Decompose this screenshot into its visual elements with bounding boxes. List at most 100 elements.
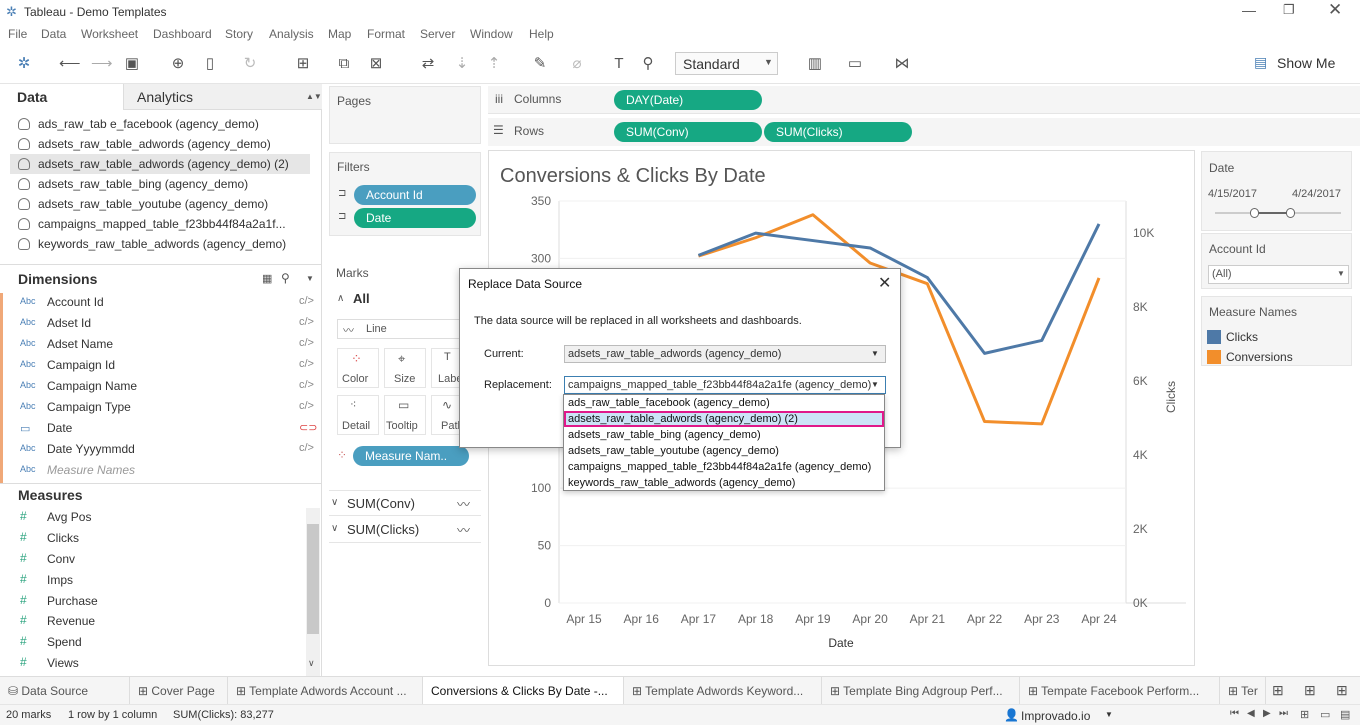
path-button[interactable]: ∿ Path [431, 395, 461, 435]
dimension-field[interactable]: Abc Account Id c/> [0, 293, 322, 313]
chevron-down-icon[interactable]: ∨ [308, 658, 315, 669]
minimize-icon[interactable]: — [1242, 2, 1256, 18]
dimension-field[interactable]: ▭ Date ⊂⊃ [0, 419, 322, 439]
duplicate-sheet-icon[interactable]: ⧉ [334, 54, 354, 74]
chevron-down-icon[interactable]: ▼ [1105, 710, 1113, 719]
menu-analysis[interactable]: Analysis [269, 27, 314, 41]
legend-label-conversions[interactable]: Conversions [1226, 350, 1293, 364]
datasource-item[interactable]: adsets_raw_table_bing (agency_demo) [18, 177, 248, 191]
new-worksheet-icon[interactable]: ⊞ [293, 54, 313, 74]
dimension-field[interactable]: Abc Campaign Type c/> [0, 398, 322, 418]
labels-icon[interactable]: T [609, 54, 629, 74]
marks-sum-clicks[interactable]: ∨ SUM(Clicks) 〰 [329, 517, 481, 543]
dimension-field[interactable]: Abc Measure Names [0, 461, 322, 481]
menu-worksheet[interactable]: Worksheet [81, 27, 138, 41]
filter-pill-date[interactable]: Date [354, 208, 476, 228]
current-datasource-select[interactable]: adsets_raw_table_adwords (agency_demo) ▼ [564, 345, 886, 363]
show-sheet-sorter-icon[interactable]: ⊞ [1300, 708, 1309, 721]
date-slider-handle-start[interactable] [1250, 208, 1259, 218]
tab-template-adwords-keyword[interactable]: ⊞ Template Adwords Keyword... [624, 677, 822, 705]
columns-shelf[interactable]: iii Columns DAY(Date) [488, 86, 1360, 114]
marks-all-label[interactable]: All [353, 291, 370, 306]
menu-dashboard[interactable]: Dashboard [153, 27, 212, 41]
measure-field[interactable]: # Clicks [0, 529, 322, 549]
menu-file[interactable]: File [8, 27, 27, 41]
measure-field[interactable]: # Revenue [0, 612, 322, 632]
tab-template-bing-adgroup[interactable]: ⊞ Template Bing Adgroup Perf... [822, 677, 1020, 705]
share-icon[interactable]: ⋈ [892, 54, 912, 74]
undo-icon[interactable]: ⟵ [59, 54, 81, 74]
show-tabs-icon[interactable]: ▭ [1320, 708, 1330, 721]
scrollbar[interactable]: ∨ [306, 508, 320, 676]
row-pill-sum-clicks[interactable]: SUM(Clicks) [764, 122, 912, 142]
new-dashboard-icon[interactable]: ⊞ [1304, 682, 1316, 699]
dimension-field[interactable]: Abc Date Yyyymmdd c/> [0, 440, 322, 460]
highlight-icon[interactable]: ✎ [530, 54, 550, 74]
menu-window[interactable]: Window [470, 27, 513, 41]
dimension-field[interactable]: Abc Adset Name c/> [0, 335, 322, 355]
datasource-item[interactable]: adsets_raw_table_youtube (agency_demo) [18, 197, 268, 211]
last-sheet-icon[interactable]: ⏭ [1279, 708, 1288, 719]
menu-help[interactable]: Help [529, 27, 554, 41]
account-filter-select[interactable]: (All) ▼ [1208, 265, 1349, 284]
datasource-item[interactable]: keywords_raw_table_adwords (agency_demo) [18, 237, 286, 251]
tab-data-source[interactable]: ⛁ Data Source [0, 677, 130, 705]
scrollbar-thumb[interactable] [307, 524, 319, 634]
tooltip-button[interactable]: ▭ Tooltip [384, 395, 426, 435]
legend-label-clicks[interactable]: Clicks [1226, 330, 1258, 344]
mark-type-select[interactable]: 〰 Line [337, 319, 477, 339]
close-window-icon[interactable]: ✕ [1328, 0, 1342, 20]
measure-field[interactable]: # Conv [0, 550, 322, 570]
search-icon[interactable]: ⚲ [281, 271, 290, 285]
dropdown-option[interactable]: adsets_raw_table_bing (agency_demo) [564, 427, 884, 443]
view-list-icon[interactable]: ▦ [262, 272, 272, 285]
dimension-field[interactable]: Abc Campaign Id c/> [0, 356, 322, 376]
save-icon[interactable]: ▣ [122, 54, 142, 74]
tab-conversions-clicks-active[interactable]: Conversions & Clicks By Date -... [423, 677, 624, 705]
datasource-item[interactable]: ads_raw_tab e_facebook (agency_demo) [18, 117, 259, 131]
dropdown-option[interactable]: campaigns_mapped_table_f23bb44f84a2a1fe … [564, 459, 884, 475]
marks-sum-conv[interactable]: ∨ SUM(Conv) 〰 [329, 490, 481, 516]
row-pill-sum-conv[interactable]: SUM(Conv) [614, 122, 762, 142]
dimension-field[interactable]: Abc Campaign Name c/> [0, 377, 322, 397]
sort-ascending-icon[interactable]: ⇣ [452, 54, 472, 74]
datasource-item-selected[interactable]: adsets_raw_table_adwords (agency_demo) (… [18, 157, 289, 171]
measure-field[interactable]: # Spend [0, 633, 322, 653]
tab-analytics[interactable]: Analytics [123, 84, 322, 110]
show-me-button[interactable]: Show Me [1277, 55, 1335, 71]
first-sheet-icon[interactable]: ⏮ [1230, 708, 1239, 719]
tableau-home-icon[interactable]: ✲ [14, 54, 34, 74]
next-sheet-icon[interactable]: ▶ [1263, 708, 1271, 719]
new-story-icon[interactable]: ⊞ [1336, 682, 1348, 699]
measure-field[interactable]: # Views [0, 654, 322, 674]
show-cards-icon[interactable]: ▥ [805, 54, 825, 74]
chevron-up-icon[interactable]: ∧ [337, 293, 344, 304]
group-icon[interactable]: ⌀ [567, 54, 587, 74]
menu-data[interactable]: Data [41, 27, 66, 41]
datasource-item[interactable]: campaigns_mapped_table_f23bb44f84a2a1f..… [18, 217, 286, 231]
clear-sheet-icon[interactable]: ⊠ [366, 54, 386, 74]
dropdown-option[interactable]: ads_raw_table_facebook (agency_demo) [564, 395, 884, 411]
new-worksheet-icon[interactable]: ⊞ [1272, 682, 1284, 699]
column-pill-day-date[interactable]: DAY(Date) [614, 90, 762, 110]
dropdown-option[interactable]: adsets_raw_table_youtube (agency_demo) [564, 443, 884, 459]
menu-server[interactable]: Server [420, 27, 455, 41]
label-button[interactable]: T Label [431, 348, 461, 388]
pane-menu-icon[interactable]: ▲▼ [306, 92, 322, 101]
menu-map[interactable]: Map [328, 27, 351, 41]
datasource-item[interactable]: adsets_raw_table_adwords (agency_demo) [18, 137, 271, 151]
tab-template-adwords-account[interactable]: ⊞ Template Adwords Account ... [228, 677, 423, 705]
show-filmstrip-icon[interactable]: ▤ [1340, 708, 1350, 721]
fit-select[interactable]: Standard ▼ [675, 52, 778, 75]
sort-descending-icon[interactable]: ⇡ [484, 54, 504, 74]
prev-sheet-icon[interactable]: ◀ [1247, 708, 1255, 719]
dimension-field[interactable]: Abc Adset Id c/> [0, 314, 322, 334]
measure-field[interactable]: # Imps [0, 571, 322, 591]
measure-field[interactable]: # Purchase [0, 592, 322, 612]
pin-icon[interactable]: ⚲ [638, 54, 658, 74]
filter-pill-account-id[interactable]: Account Id [354, 185, 476, 205]
size-button[interactable]: ⌖ Size [384, 348, 426, 388]
color-button[interactable]: ⁘ Color [337, 348, 379, 388]
rows-shelf[interactable]: ☰ Rows SUM(Conv) SUM(Clicks) [488, 118, 1360, 146]
measure-field[interactable]: # Avg Pos [0, 508, 322, 528]
